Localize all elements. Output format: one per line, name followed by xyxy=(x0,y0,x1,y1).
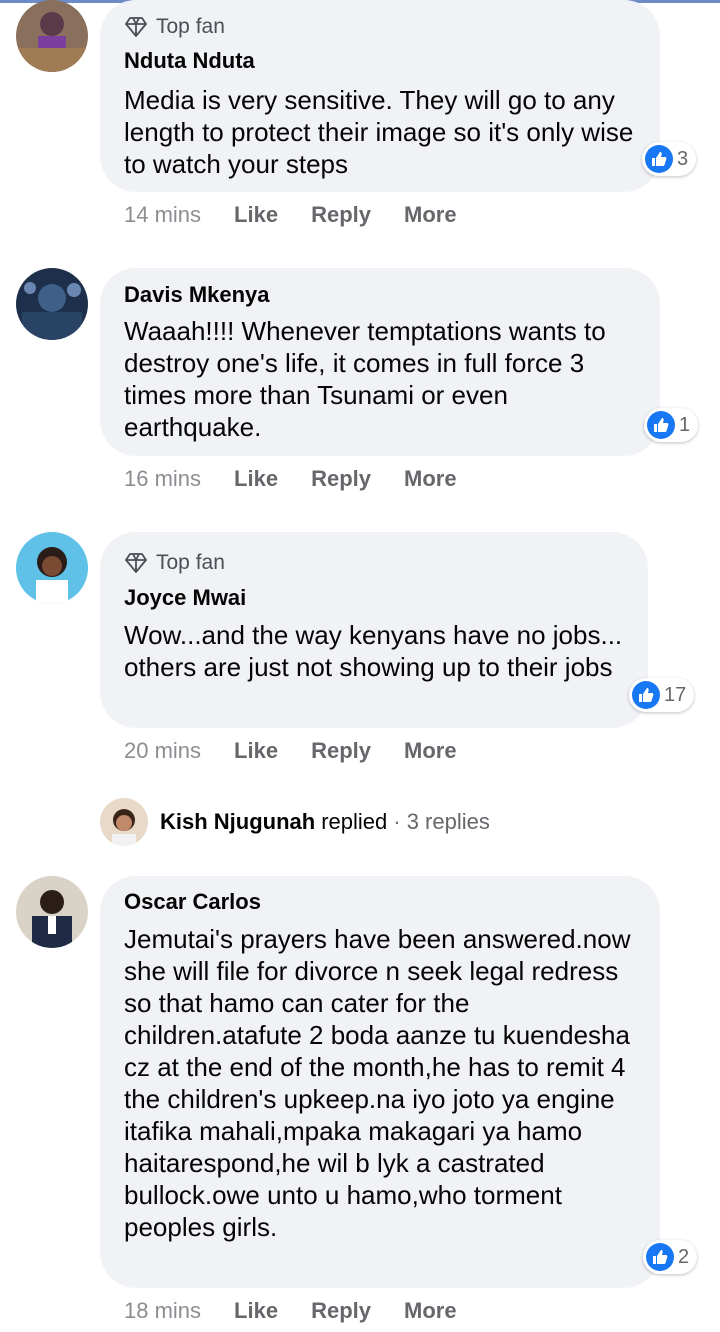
comment-actions: 20 mins Like Reply More xyxy=(124,738,490,764)
like-button[interactable]: Like xyxy=(234,202,278,228)
reaction-count[interactable]: 2 xyxy=(643,1240,698,1274)
comment-text: Media is very sensitive. They will go to… xyxy=(124,85,634,179)
commenter-name[interactable]: Oscar Carlos xyxy=(124,889,261,915)
badge-label: Top fan xyxy=(156,15,225,38)
comment-time[interactable]: 20 mins xyxy=(124,738,201,764)
thumbs-up-icon xyxy=(645,145,673,173)
reply-verb: replied xyxy=(321,809,388,834)
reaction-count[interactable]: 1 xyxy=(644,408,699,442)
reply-avatar[interactable] xyxy=(100,798,148,846)
top-fan-badge: Top fan xyxy=(124,551,225,575)
comment-bubble: Top fan Nduta Nduta Media is very sensit… xyxy=(100,0,660,192)
reaction-number: 3 xyxy=(677,147,689,170)
comment-text: Jemutai's prayers have been answered.now… xyxy=(124,924,631,1242)
commenter-name[interactable]: Joyce Mwai xyxy=(124,585,246,611)
comment-time[interactable]: 14 mins xyxy=(124,202,201,228)
comment-actions: 14 mins Like Reply More xyxy=(124,202,490,228)
comment-time[interactable]: 16 mins xyxy=(124,466,201,492)
thumbs-up-icon xyxy=(632,681,660,709)
reply-button[interactable]: Reply xyxy=(311,1298,371,1324)
thumbs-up-icon xyxy=(647,411,675,439)
like-button[interactable]: Like xyxy=(234,738,278,764)
badge-label: Top fan xyxy=(156,551,225,574)
top-fan-badge: Top fan xyxy=(124,15,225,39)
diamond-icon xyxy=(125,553,147,573)
more-button[interactable]: More xyxy=(404,466,457,492)
comment-actions: 16 mins Like Reply More xyxy=(124,466,490,492)
reaction-number: 2 xyxy=(678,1245,690,1268)
reply-button[interactable]: Reply xyxy=(311,202,371,228)
view-replies-link[interactable]: Kish Njugunah replied · 3 replies xyxy=(100,798,490,846)
comment-time[interactable]: 18 mins xyxy=(124,1298,201,1324)
avatar[interactable] xyxy=(16,876,88,948)
thumbs-up-icon xyxy=(646,1243,674,1271)
comment-text: Waaah!!!! Whenever temptations wants to … xyxy=(124,316,606,442)
comment-bubble: Davis Mkenya Waaah!!!! Whenever temptati… xyxy=(100,268,660,456)
comment-bubble: Top fan Joyce Mwai Wow...and the way ken… xyxy=(100,532,648,728)
reaction-count[interactable]: 17 xyxy=(629,678,695,712)
like-button[interactable]: Like xyxy=(234,1298,278,1324)
more-button[interactable]: More xyxy=(404,1298,457,1324)
more-button[interactable]: More xyxy=(404,202,457,228)
reply-count[interactable]: · 3 replies xyxy=(393,809,490,835)
reply-author[interactable]: Kish Njugunah xyxy=(160,809,315,835)
more-button[interactable]: More xyxy=(404,738,457,764)
diamond-icon xyxy=(125,17,147,37)
comment-actions: 18 mins Like Reply More xyxy=(124,1298,490,1324)
like-button[interactable]: Like xyxy=(234,466,278,492)
avatar[interactable] xyxy=(16,268,88,340)
comment-text: Wow...and the way kenyans have no jobs..… xyxy=(124,620,623,682)
commenter-name[interactable]: Davis Mkenya xyxy=(124,282,270,308)
avatar[interactable] xyxy=(16,532,88,604)
commenter-name[interactable]: Nduta Nduta xyxy=(124,48,255,74)
reaction-number: 1 xyxy=(679,413,691,436)
comment-bubble: Oscar Carlos Jemutai's prayers have been… xyxy=(100,876,660,1288)
reply-button[interactable]: Reply xyxy=(311,738,371,764)
avatar[interactable] xyxy=(16,0,88,72)
reaction-count[interactable]: 3 xyxy=(642,142,697,176)
reaction-number: 17 xyxy=(664,683,687,706)
reply-button[interactable]: Reply xyxy=(311,466,371,492)
